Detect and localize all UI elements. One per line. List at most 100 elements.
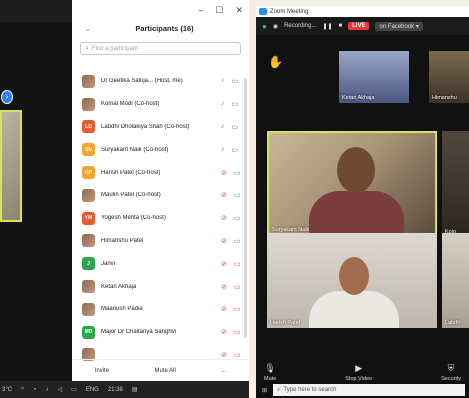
meeting-controls: 🎙 Mute ▶ Stop Video ⛨ Security	[256, 352, 469, 382]
video-off-icon[interactable]: ▭	[234, 283, 241, 291]
participant-name: Maanush Padia	[101, 306, 143, 313]
muted-mic-icon[interactable]: ⊘	[221, 328, 227, 336]
live-badge: LIVE	[348, 22, 370, 30]
participants-panel: – ☐ ✕ ⌄ Participants (16) ⌕ Find a parti…	[72, 0, 249, 381]
video-off-icon[interactable]: ▭	[234, 260, 241, 268]
minimize-button[interactable]: –	[198, 5, 203, 15]
video-icon[interactable]: ▭	[234, 191, 241, 199]
mic-icon[interactable]: ♪	[221, 146, 225, 154]
muted-mic-icon[interactable]: ⊘	[221, 214, 227, 222]
avatar: YM	[82, 211, 95, 225]
participant-row[interactable]: SN Suryakant Naik (Co-host) ♪ ▭	[72, 138, 249, 161]
mic-tray-icon[interactable]: ♪	[46, 387, 49, 393]
avatar	[82, 97, 95, 111]
windows-start-icon[interactable]: ⊞	[262, 387, 267, 394]
muted-mic-icon[interactable]: ⊘	[221, 305, 227, 313]
video-icon[interactable]: ▭	[232, 100, 239, 108]
panel-footer: Invite Mute All ...	[72, 359, 249, 381]
muted-mic-icon[interactable]: ⊘	[221, 237, 227, 245]
muted-mic-icon[interactable]: ⊘	[221, 169, 227, 177]
mute-all-button[interactable]: Mute All	[154, 368, 175, 374]
participant-row[interactable]: Maulin Patel (Co-host) ⊘ ▭	[72, 184, 249, 207]
shield-icon[interactable]: ●	[262, 22, 267, 31]
muted-mic-icon[interactable]: ⊘	[221, 283, 227, 291]
taskbar-search-box[interactable]: ⌕ Type here to search	[273, 384, 465, 396]
video-icon[interactable]: ▭	[234, 169, 241, 177]
participant-row[interactable]: MD Major Dr Chaitanya Sanghvi ⊘ ▭	[72, 321, 249, 344]
up-chevron-icon[interactable]: ^	[21, 387, 24, 393]
muted-mic-icon[interactable]: ⊘	[221, 351, 227, 359]
participant-status-icons: ⊘ ▭	[221, 351, 249, 359]
participant-row[interactable]: Komal Modi (Co-host) ♪ ▭	[72, 93, 249, 116]
video-tile[interactable]: Ketan Akhaja	[339, 51, 409, 103]
participant-row[interactable]: Himanshu Patel ⊘ ▭	[72, 230, 249, 253]
video-off-icon[interactable]: ▭	[234, 328, 241, 336]
participant-row[interactable]: J Janvi ⊘ ▭	[72, 252, 249, 275]
avatar	[82, 188, 95, 202]
muted-mic-icon[interactable]: ⊘	[221, 260, 227, 268]
avatar	[82, 234, 95, 248]
clock[interactable]: 21:38	[108, 387, 123, 393]
windows-taskbar: 3°C ^ ◔ ♪ ◁ ▭ ENG 21:38 ▤	[0, 381, 249, 398]
participant-name: Janvi	[101, 260, 116, 267]
search-placeholder: Find a participant	[91, 45, 138, 52]
participant-row[interactable]: Maanush Padia ⊘ ▭	[72, 298, 249, 321]
active-speaker-video-tile[interactable]: Suryakant Naik	[267, 131, 437, 237]
security-button[interactable]: ⛨ Security	[441, 363, 461, 382]
stop-recording-icon[interactable]: ■	[339, 23, 343, 29]
windows-taskbar: ⊞ ⌕ Type here to search	[256, 382, 469, 398]
participant-name: Yogesh Mehta (Co-host)	[101, 215, 166, 222]
video-icon[interactable]: ▭	[232, 123, 239, 131]
live-target-dropdown[interactable]: on Facebook ▾	[375, 21, 423, 31]
mic-icon[interactable]: ♪	[221, 77, 225, 85]
participant-face	[339, 257, 369, 295]
search-icon: ⌕	[277, 386, 281, 393]
avatar: J	[82, 257, 95, 271]
collapse-chevron-icon[interactable]: ⌄	[84, 23, 98, 34]
video-tile[interactable]: Kojo	[442, 131, 469, 237]
participant-body	[309, 191, 404, 235]
network-icon[interactable]: ◔	[33, 387, 37, 393]
mute-button[interactable]: 🎙 Mute	[264, 363, 276, 382]
participant-row[interactable]: Dr Geetika Saluja... (Host, me) ♪ ▭	[72, 70, 249, 93]
raised-hand-icon: ✋	[268, 55, 283, 69]
pause-recording-icon[interactable]: ❚❚	[322, 23, 332, 30]
invite-button[interactable]: Invite	[95, 368, 109, 374]
tile-name: Himanshu	[432, 95, 457, 101]
video-tile[interactable]: Harish Patel	[267, 233, 437, 328]
battery-icon[interactable]: ▭	[71, 386, 77, 393]
participant-row[interactable]: HP Harish Patel (Co-host) ⊘ ▭	[72, 161, 249, 184]
participant-row[interactable]: YM Yogesh Mehta (Co-host) ⊘ ▭	[72, 207, 249, 230]
participant-name: Harish Patel (Co-host)	[101, 169, 161, 176]
avatar	[82, 74, 95, 88]
video-off-icon[interactable]: ▭	[234, 351, 241, 359]
more-button[interactable]: ...	[221, 368, 226, 374]
video-off-icon[interactable]: ▭	[234, 305, 241, 313]
video-tile[interactable]: Labdh	[442, 233, 469, 328]
volume-icon[interactable]: ◁	[58, 386, 63, 393]
close-button[interactable]: ✕	[235, 5, 243, 16]
participant-row[interactable]: LD Labdhi Dholakiya Shah (Co-host) ♪ ▭	[72, 116, 249, 139]
taskbar-search-placeholder: Type here to search	[283, 387, 337, 393]
video-icon[interactable]: ▭	[232, 77, 239, 85]
video-icon[interactable]: ▭	[234, 237, 241, 245]
notification-icon[interactable]: ▤	[132, 386, 138, 393]
mic-icon[interactable]: ♪	[221, 100, 225, 108]
video-tile[interactable]: Himanshu	[429, 51, 469, 103]
mic-icon[interactable]: ♪	[221, 123, 225, 131]
language-indicator[interactable]: ENG	[86, 387, 99, 393]
muted-mic-icon[interactable]: ⊘	[221, 191, 227, 199]
video-icon[interactable]: ▭	[234, 214, 241, 222]
video-icon[interactable]: ▭	[232, 146, 239, 154]
raise-hand-indicator-icon: ›	[1, 90, 13, 104]
maximize-button[interactable]: ☐	[215, 5, 223, 16]
zoom-logo-icon	[259, 8, 267, 15]
stop-video-button[interactable]: ▶ Stop Video	[345, 363, 372, 382]
scrollbar[interactable]	[244, 78, 247, 338]
tile-name: Labdh	[445, 320, 461, 326]
participant-face	[337, 147, 375, 193]
search-input[interactable]: ⌕ Find a participant	[80, 42, 241, 55]
participant-body	[309, 291, 399, 328]
screenshot-collage: › – ☐ ✕ ⌄ Participants (16) ⌕ Find a par…	[0, 0, 469, 398]
participant-row[interactable]: Ketan Akhaja ⊘ ▭	[72, 275, 249, 298]
